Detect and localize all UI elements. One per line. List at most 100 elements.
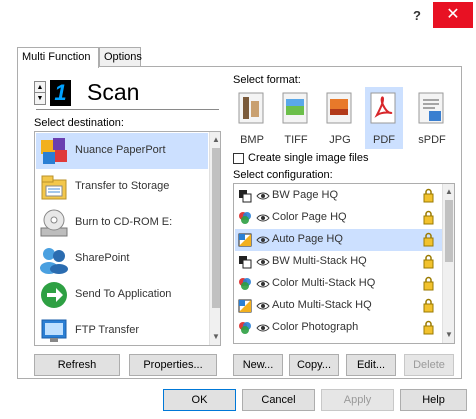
color-scan-icon xyxy=(239,212,251,224)
color-scan-icon xyxy=(239,278,251,290)
close-icon: ✕ xyxy=(446,6,460,23)
configuration-item[interactable]: BW Page HQ xyxy=(235,185,442,207)
properties-button[interactable]: Properties... xyxy=(129,354,217,376)
configuration-scrollbar[interactable]: ▲ ▼ xyxy=(442,184,454,343)
format-selector: BMP TIFF JPG PDF sPDF xyxy=(233,87,456,150)
scrollbar-thumb[interactable] xyxy=(212,148,220,308)
jpg-icon xyxy=(326,92,352,124)
storage-icon xyxy=(41,175,67,200)
lock-icon xyxy=(423,320,434,335)
tab-multi-function[interactable]: Multi Function xyxy=(17,47,99,68)
tab-options[interactable]: Options xyxy=(99,47,142,67)
destination-label: Burn to CD-ROM E: xyxy=(75,216,173,228)
scan-number-display: 1 xyxy=(50,80,71,106)
title-bar: ? ✕ xyxy=(0,0,476,31)
scroll-down-icon[interactable]: ▼ xyxy=(210,331,220,343)
apply-button[interactable]: Apply xyxy=(321,389,394,411)
bmp-icon xyxy=(238,92,264,124)
format-tiff[interactable]: TIFF xyxy=(277,87,315,149)
spdf-icon xyxy=(418,92,444,124)
copy-button[interactable]: Copy... xyxy=(289,354,339,376)
configuration-label: Auto Page HQ xyxy=(272,233,343,245)
send-to-application-icon xyxy=(41,282,67,308)
format-label: PDF xyxy=(373,134,395,146)
destination-item-sharepoint[interactable]: SharePoint xyxy=(36,241,208,277)
format-pdf[interactable]: PDF xyxy=(365,87,403,149)
eye-icon xyxy=(256,236,270,244)
bw-scan-icon xyxy=(239,256,252,269)
destination-item-storage[interactable]: Transfer to Storage xyxy=(36,169,208,205)
configuration-item[interactable]: Auto Multi-Stack HQ xyxy=(235,295,442,317)
destination-item-cd-rom[interactable]: Burn to CD-ROM E: xyxy=(36,205,208,241)
sharepoint-icon xyxy=(40,248,68,274)
lock-icon xyxy=(423,188,434,203)
ok-button[interactable]: OK xyxy=(163,389,236,411)
eye-icon xyxy=(256,324,270,332)
spin-up-icon[interactable]: ▲ xyxy=(35,82,45,93)
refresh-button[interactable]: Refresh xyxy=(34,354,120,376)
scan-title: Scan xyxy=(87,79,140,105)
select-configuration-label: Select configuration: xyxy=(233,169,333,181)
configuration-item[interactable]: BW Multi-Stack HQ xyxy=(235,251,442,273)
help-title-button[interactable]: ? xyxy=(403,6,431,26)
cancel-button[interactable]: Cancel xyxy=(242,389,315,411)
lock-icon xyxy=(423,210,434,225)
format-label: BMP xyxy=(240,134,264,146)
configuration-list[interactable]: BW Page HQ Color Page HQ Auto Page HQ BW… xyxy=(233,183,455,344)
eye-icon xyxy=(256,258,270,266)
eye-icon xyxy=(256,192,270,200)
configuration-label: Color Multi-Stack HQ xyxy=(272,277,376,289)
configuration-item[interactable]: Color Multi-Stack HQ xyxy=(235,273,442,295)
format-label: JPG xyxy=(329,134,351,146)
configuration-label: Auto Multi-Stack HQ xyxy=(272,299,372,311)
scrollbar-thumb[interactable] xyxy=(445,200,453,262)
auto-scan-icon xyxy=(238,233,252,247)
configuration-label: Color Photograph xyxy=(272,321,359,333)
color-scan-icon xyxy=(239,322,251,334)
scroll-up-icon[interactable]: ▲ xyxy=(210,134,220,146)
lock-icon xyxy=(423,232,434,247)
format-label: TIFF xyxy=(284,134,308,146)
format-jpg[interactable]: JPG xyxy=(321,87,359,149)
destination-item-ftp-transfer[interactable]: FTP Transfer xyxy=(36,313,208,345)
configuration-item[interactable]: Color Photograph xyxy=(235,317,442,339)
auto-scan-icon xyxy=(238,299,252,313)
configuration-item[interactable]: Color Page HQ xyxy=(235,207,442,229)
format-bmp[interactable]: BMP xyxy=(233,87,271,149)
scan-number-spinner[interactable]: ▲ ▼ xyxy=(34,81,46,105)
destination-label: SharePoint xyxy=(75,252,130,264)
destination-item-paperport[interactable]: Nuance PaperPort xyxy=(36,133,208,169)
cd-rom-icon xyxy=(40,209,68,237)
eye-icon xyxy=(256,280,270,288)
eye-icon xyxy=(256,214,270,222)
destination-list[interactable]: Nuance PaperPort Transfer to Storage Bur… xyxy=(34,131,221,346)
configuration-item[interactable]: Auto Page HQ xyxy=(235,229,442,251)
bw-scan-icon xyxy=(239,190,252,203)
select-format-label: Select format: xyxy=(233,74,301,86)
lock-icon xyxy=(423,254,434,269)
edit-button[interactable]: Edit... xyxy=(346,354,396,376)
new-button[interactable]: New... xyxy=(233,354,283,376)
tiff-icon xyxy=(282,92,308,124)
pdf-icon xyxy=(370,92,396,124)
eye-icon xyxy=(256,302,270,310)
delete-button[interactable]: Delete xyxy=(404,354,454,376)
lock-icon xyxy=(423,298,434,313)
spin-down-icon[interactable]: ▼ xyxy=(35,93,45,104)
lock-icon xyxy=(423,276,434,291)
paperport-icon xyxy=(41,138,67,164)
scroll-up-icon[interactable]: ▲ xyxy=(443,186,454,198)
destination-scrollbar[interactable]: ▲ ▼ xyxy=(209,132,220,345)
help-button[interactable]: Help xyxy=(400,389,467,411)
divider xyxy=(36,109,219,110)
format-label: sPDF xyxy=(418,134,446,146)
close-window-button[interactable]: ✕ xyxy=(433,2,473,28)
single-image-checkbox[interactable] xyxy=(233,153,244,164)
destination-label: Send To Application xyxy=(75,288,172,300)
destination-label: Nuance PaperPort xyxy=(75,144,166,156)
destination-item-send-to-application[interactable]: Send To Application xyxy=(36,277,208,313)
scroll-down-icon[interactable]: ▼ xyxy=(443,329,454,341)
configuration-label: Color Page HQ xyxy=(272,211,347,223)
single-image-label: Create single image files xyxy=(248,152,369,164)
format-spdf[interactable]: sPDF xyxy=(413,87,451,149)
